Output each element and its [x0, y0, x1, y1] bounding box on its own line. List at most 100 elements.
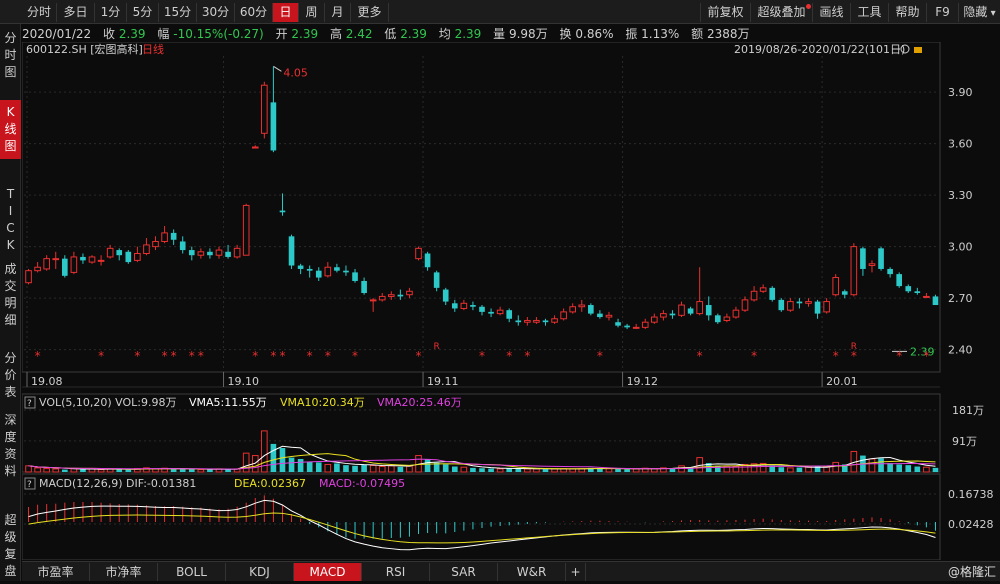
candle-body [732, 309, 740, 318]
amplitude-value: 1.13% [641, 27, 680, 41]
period-tab-5[interactable]: 30分 [197, 3, 235, 22]
peak-marker-line [273, 65, 282, 72]
candle-body [814, 301, 821, 314]
add-tab-button[interactable]: + [566, 563, 586, 581]
candle-body [297, 265, 304, 269]
event-star-mark: * [35, 349, 41, 363]
help-icon-glyph: ? [27, 399, 32, 409]
price-tick-label: 3.90 [948, 86, 973, 99]
volume-bar [197, 469, 205, 473]
toolbar-right-button-3[interactable]: 工具 [850, 3, 888, 22]
period-tab-10[interactable]: 更多 [351, 3, 389, 22]
volume-bar [25, 465, 32, 473]
candle-body [778, 299, 785, 311]
peak-price-label: 4.05 [283, 66, 308, 79]
x-tick-label: 19.12 [627, 375, 659, 388]
period-tab-3[interactable]: 5分 [127, 3, 159, 22]
candle-body [233, 247, 241, 258]
volume-bar [515, 468, 522, 472]
indicator-tab-4[interactable]: MACD [294, 563, 362, 581]
last-price-label: 2.39 [910, 345, 935, 358]
event-star-mark: * [198, 349, 204, 363]
volume-bar [34, 467, 41, 473]
candle-body [605, 314, 613, 318]
candle-body [52, 258, 60, 261]
volume-bar [80, 469, 86, 472]
volume-bar [125, 469, 132, 472]
candle-body [569, 306, 577, 313]
sidebar-item-5[interactable]: 深度资料 [0, 408, 21, 484]
candle-body [597, 313, 603, 318]
indicator-tab-1[interactable]: 市净率 [90, 563, 158, 581]
indicator-tab-0[interactable]: 市盈率 [22, 563, 90, 581]
candle-body [261, 84, 268, 134]
event-star-mark: * [896, 349, 902, 363]
date-range-label: 2019/08/26-2020/01/22(101日) [734, 43, 905, 56]
indicator-tab-7[interactable]: W&R [498, 563, 566, 581]
event-star-mark: * [171, 349, 177, 363]
candle-body [215, 249, 223, 256]
volume-bar [361, 464, 367, 472]
sidebar-item-2[interactable]: TICK [0, 182, 21, 258]
close-label: 收 [103, 27, 116, 41]
period-tab-4[interactable]: 15分 [159, 3, 197, 22]
candle-body [479, 306, 485, 312]
event-star-mark: * [325, 349, 331, 363]
candle-body [515, 320, 522, 323]
volume-bar [787, 467, 794, 473]
period-tab-1[interactable]: 多日 [57, 3, 95, 22]
sidebar-item-3[interactable]: 成交明细 [0, 257, 21, 333]
amount-value: 2388万 [706, 27, 750, 41]
sidebar-item-0[interactable]: 分时图 [0, 26, 21, 85]
sidebar-item-4[interactable]: 分价表 [0, 346, 21, 405]
indicator-tab-bar: 市盈率 市净率 BOLL KDJ MACD RSI SAR W&R + @格隆汇 [22, 561, 1000, 581]
macd-tick-label: 0.16738 [948, 488, 994, 501]
indicator-tab-5[interactable]: RSI [362, 563, 430, 581]
toolbar-right-button-4[interactable]: 帮助 [888, 3, 926, 22]
period-tab-7[interactable]: 日 [273, 3, 299, 22]
candle-body [387, 294, 395, 297]
candle-body [542, 320, 549, 323]
volume-bar [406, 465, 413, 473]
period-tab-2[interactable]: 1分 [95, 3, 127, 22]
kline-chart-svg[interactable]: 3.90 3.60 3.30 3.00 2.70 2.40 19.08 19.10 19.11 1… [21, 41, 1000, 561]
candle-body [152, 240, 159, 248]
candle-body [106, 247, 114, 258]
candle-body [361, 280, 367, 293]
indicator-tab-2[interactable]: BOLL [158, 563, 226, 581]
candle-body [823, 301, 830, 313]
candle-body [741, 299, 749, 311]
candle-body [750, 290, 758, 301]
sidebar-item-6[interactable]: 超级复盘 [0, 508, 21, 584]
period-tab-0[interactable]: 分时 [22, 3, 57, 22]
volume-bar [887, 463, 893, 472]
toolbar-right-button-6[interactable]: 隐藏 ▾ [958, 3, 1000, 22]
candle-body [306, 268, 313, 271]
toolbar-right-button-2[interactable]: 画线 [812, 3, 850, 22]
volume-bar [451, 466, 458, 472]
volume-bar [805, 466, 812, 473]
chevron-down-icon: ▾ [987, 8, 996, 19]
volume-bar [170, 469, 177, 472]
toolbar-right-button-0[interactable]: 前复权 [700, 3, 750, 22]
indicator-tab-6[interactable]: SAR [430, 563, 498, 581]
candle-body [723, 316, 731, 321]
indicator-tab-3[interactable]: KDJ [226, 563, 294, 581]
volume-bar [923, 466, 930, 473]
volume-bar [242, 452, 250, 473]
sidebar-item-1[interactable]: K线图 [0, 100, 21, 159]
candle-body [923, 295, 930, 298]
event-star-mark: * [162, 349, 168, 363]
candle-body [406, 290, 413, 296]
candle-body [769, 287, 776, 300]
toolbar-right-button-1[interactable]: 超级叠加 [750, 3, 812, 22]
event-star-mark: * [307, 349, 313, 363]
candle-body [270, 102, 277, 151]
candle-body [651, 316, 658, 323]
period-tab-6[interactable]: 60分 [235, 3, 273, 22]
volume-bar [896, 464, 902, 472]
period-tab-9[interactable]: 月 [325, 3, 351, 22]
toolbar-right-button-5[interactable]: F9 [926, 3, 958, 22]
period-tab-8[interactable]: 周 [299, 3, 325, 22]
kline-chart-area[interactable]: 3.90 3.60 3.30 3.00 2.70 2.40 19.08 19.10 19.11 1… [21, 41, 1000, 561]
